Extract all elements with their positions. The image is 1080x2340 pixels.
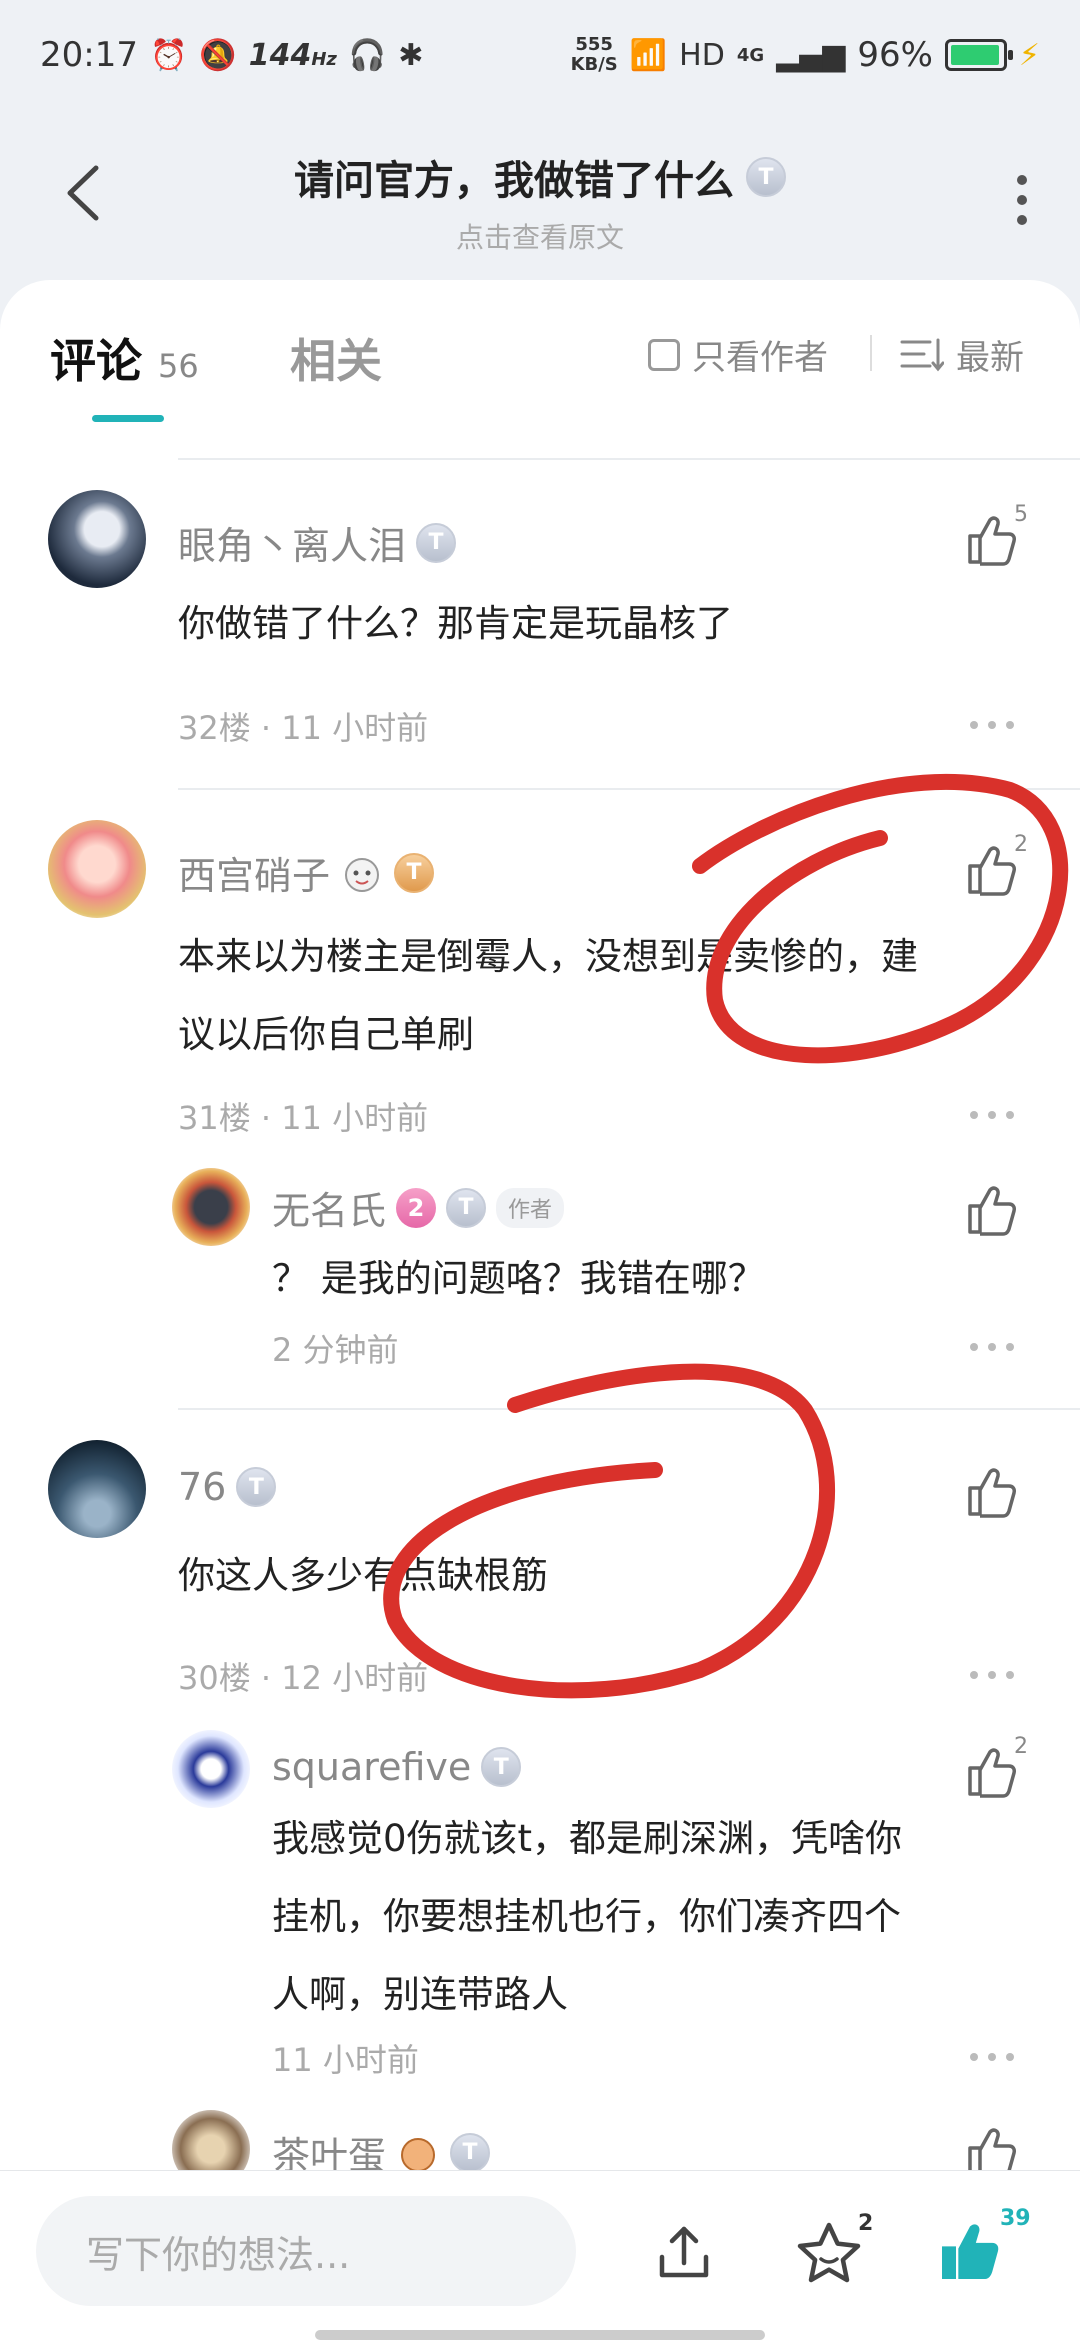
reply-username[interactable]: 无名氏 2 T 作者 [272,1180,565,1235]
author-only-filter[interactable]: 只看作者 [648,330,828,379]
tab-comments[interactable]: 评论 56 [50,325,199,391]
reply-text: 我感觉0伤就该t，都是刷深渊，凭啥你 挂机，你要想挂机也行，你们凑齐四个 人啊，… [272,1817,903,2016]
more-options-icon[interactable] [968,1108,1016,1122]
avatar[interactable] [48,820,146,918]
header: 请问官方，我做错了什么 T 点击查看原文 [0,130,1080,260]
sort-latest[interactable]: 最新 [900,330,1024,379]
view-original-link[interactable]: 点击查看原文 [0,216,1080,256]
title-badge-icon: T [746,157,786,197]
sort-icon [900,338,944,371]
comment-text: 你做错了什么？那肯定是玩晶核了 [178,602,733,645]
bluetooth-icon: ✱ [398,37,424,73]
bottom-bar: 写下你的想法... 2 39 [0,2170,1080,2340]
user-badge-icon: T [450,2132,491,2173]
pet-badge-icon [401,2137,436,2172]
wifi-icon: 📶 [629,37,668,73]
user-badge-icon: T [446,1187,487,1228]
reply-avatar[interactable] [172,1730,250,1808]
comment-meta: 31楼 · 11 小时前 [178,1099,429,1137]
checkbox-icon [648,338,680,371]
network-type: 4G [736,44,765,66]
status-right: 555 KB/S 📶 HD 4G ▂▄▆ 96% ⚡ [570,34,1040,76]
comment-meta: 30楼 · 12 小时前 [178,1659,429,1697]
signal-icon: ▂▄▆ [776,37,846,73]
tab-indicator [92,415,164,422]
network-speed: 555 KB/S [570,34,618,75]
like-icon[interactable] [962,840,1022,900]
comment-input[interactable]: 写下你的想法... [36,2196,576,2306]
comment-divider [178,788,1080,790]
status-bar: 20:17 ⏰ 🔕 144Hz 🎧 ✱ 555 KB/S 📶 HD 4G ▂▄▆ … [0,0,1080,110]
tabs-divider [870,335,872,371]
refresh-rate: 144Hz [248,37,337,73]
like-count: 5 [1014,502,1028,527]
reply-meta: 2 分钟前 [272,1331,399,1369]
battery-icon [944,39,1013,71]
comment-meta: 32楼 · 11 小时前 [178,709,429,747]
hd-label: HD [679,37,725,73]
more-options-icon[interactable] [968,1668,1016,1682]
charging-icon: ⚡ [1018,37,1040,73]
more-options-icon[interactable] [968,718,1016,732]
alarm-icon: ⏰ [149,37,188,73]
user-badge-icon: T [481,1747,522,1787]
avatar[interactable] [48,1440,146,1538]
reply-avatar[interactable] [172,1168,250,1246]
comment-text: 本来以为楼主是倒霉人，没想到是卖惨的，建 议以后你自己单刷 [178,935,918,1056]
comment-divider [178,1408,1080,1410]
like-icon[interactable] [962,1742,1022,1802]
comments-count: 56 [158,347,199,385]
post-like-count: 39 [1000,2206,1031,2231]
reply-username[interactable]: squarefive T [272,1745,522,1789]
more-options-icon[interactable] [968,2050,1016,2064]
comment-text: 你这人多少有点缺根筋 [178,1554,548,1597]
share-icon[interactable] [652,2221,716,2285]
status-time: 20:17 [40,35,138,75]
user-badge-icon: T [416,522,457,563]
headphones-icon: 🎧 [348,37,387,73]
tabs: 评论 56 相关 只看作者 最新 [0,280,1080,460]
comment-username[interactable]: 眼角丶离人泪 T [178,515,457,570]
home-indicator [315,2330,765,2340]
post-title: 请问官方，我做错了什么 T [294,148,786,206]
battery-percent: 96% [857,35,933,75]
status-left: 20:17 ⏰ 🔕 144Hz 🎧 ✱ [40,35,423,75]
like-count: 2 [1014,832,1028,857]
like-icon[interactable] [962,1180,1022,1240]
tab-related[interactable]: 相关 [290,325,382,391]
user-badge-icon: T [394,852,435,893]
user-badge-icon: T [236,1467,277,1507]
title-wrap[interactable]: 请问官方，我做错了什么 T 点击查看原文 [0,148,1080,256]
like-icon[interactable] [962,1462,1022,1522]
level-badge: 2 [396,1187,437,1228]
favorite-count: 2 [858,2211,874,2236]
avatar[interactable] [48,490,146,588]
favorite-star-icon[interactable] [795,2219,863,2287]
like-icon[interactable] [962,510,1022,570]
more-options-icon[interactable] [968,1340,1016,1354]
pet-badge-icon [345,857,380,892]
mute-icon: 🔕 [199,37,237,73]
tabs-divider-line [178,458,1080,460]
reply-meta: 11 小时前 [272,2041,419,2079]
author-tag: 作者 [496,1187,565,1228]
more-icon[interactable] [1014,170,1030,230]
reply-text: ？ 是我的问题咯？我错在哪？ [272,1257,765,1300]
comment-username[interactable]: 西宫硝子 T [178,845,435,900]
comment-username[interactable]: 76 T [178,1465,277,1509]
like-count: 2 [1014,1734,1028,1759]
like-post-icon[interactable] [935,2216,1005,2286]
